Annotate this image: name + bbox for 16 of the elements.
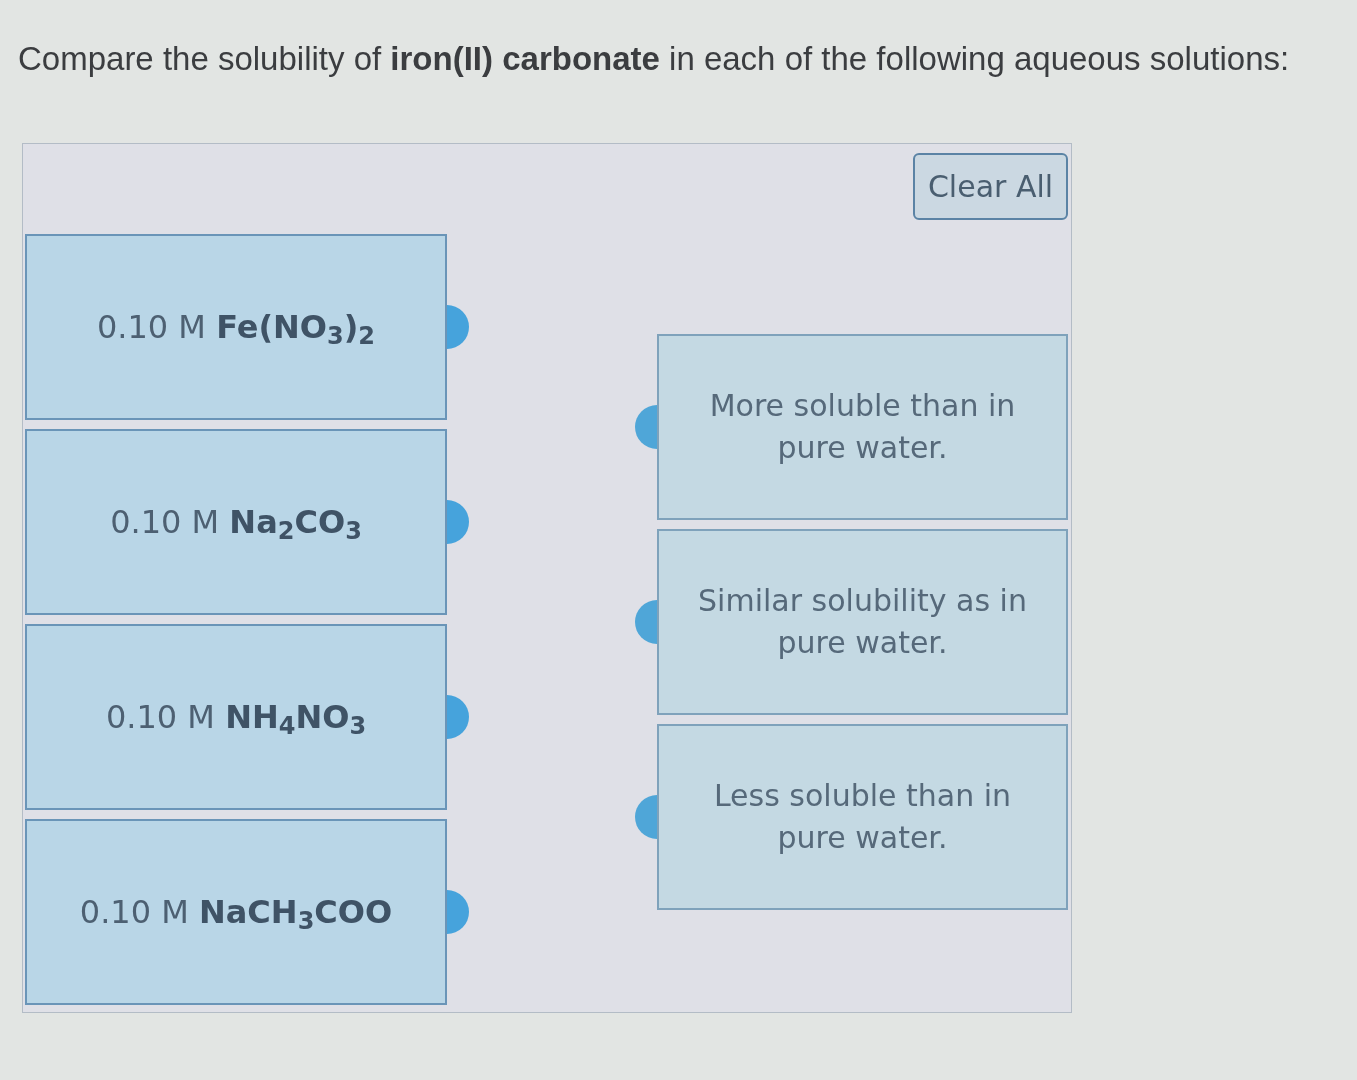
half-circle-tab-icon	[447, 500, 469, 544]
category-card[interactable]: More soluble than in pure water.	[657, 334, 1068, 520]
half-circle-tab-icon	[635, 600, 657, 644]
solution-card[interactable]: 0.10 M NaCH$_{3}$COO	[25, 819, 447, 1005]
category-card[interactable]: Less soluble than in pure water.	[657, 724, 1068, 910]
solution-card[interactable]: 0.10 M Fe(NO$_{3}$)$_{2}$	[25, 234, 447, 420]
solution-card[interactable]: 0.10 M Na$_{2}$CO$_{3}$	[25, 429, 447, 615]
half-circle-tab-icon	[635, 405, 657, 449]
half-circle-tab-icon	[447, 695, 469, 739]
half-circle-tab-icon	[635, 795, 657, 839]
half-circle-tab-icon	[447, 305, 469, 349]
clear-all-button[interactable]: Clear All	[913, 153, 1068, 220]
question-prompt: Compare the solubility of iron(II) carbonate in each of the following aqueous solutions:	[18, 39, 1291, 79]
category-card[interactable]: Similar solubility as in pure water.	[657, 529, 1068, 715]
solution-card[interactable]: 0.10 M NH$_{4}$NO$_{3}$	[25, 624, 447, 810]
half-circle-tab-icon	[447, 890, 469, 934]
